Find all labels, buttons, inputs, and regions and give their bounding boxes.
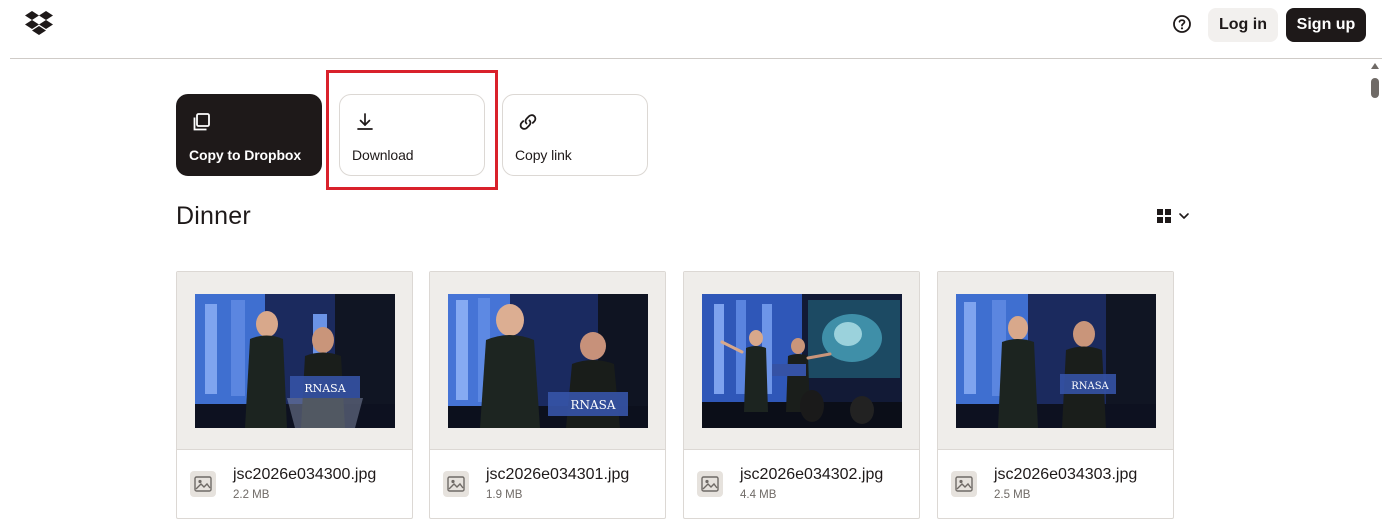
scrollbar[interactable]	[1368, 60, 1382, 523]
photo-thumbnail: RNASA	[956, 294, 1156, 428]
dropbox-logo-icon[interactable]	[24, 10, 54, 36]
file-name[interactable]: jsc2026e034303.jpg	[994, 466, 1137, 484]
grid-view-icon	[1157, 209, 1171, 223]
file-name[interactable]: jsc2026e034302.jpg	[740, 466, 883, 484]
svg-text:RNASA: RNASA	[1071, 381, 1109, 392]
svg-text:RNASA: RNASA	[304, 382, 346, 395]
file-thumbnail-area: RNASA	[177, 272, 412, 450]
file-thumbnail-area	[684, 272, 919, 450]
header-divider	[10, 58, 1382, 59]
file-card[interactable]: RNASA jsc2026e034300.jpg 2.2 MB	[176, 271, 413, 519]
file-size: 4.4 MB	[740, 489, 777, 501]
help-button[interactable]	[1170, 12, 1194, 36]
photo-thumbnail: RNASA	[195, 294, 395, 428]
signup-button[interactable]: Sign up	[1286, 8, 1366, 42]
scroll-thumb[interactable]	[1371, 78, 1379, 98]
copy-to-dropbox-button[interactable]: Copy to Dropbox	[176, 94, 322, 176]
file-card[interactable]: RNASA jsc2026e034301.jpg 1.9 MB	[429, 271, 666, 519]
copy-to-dropbox-label: Copy to Dropbox	[189, 147, 302, 163]
file-meta: jsc2026e034301.jpg 1.9 MB	[430, 450, 665, 518]
file-thumbnail-area: RNASA	[938, 272, 1173, 450]
file-thumbnail-area: RNASA	[430, 272, 665, 450]
copy-icon	[193, 113, 210, 131]
file-meta: jsc2026e034302.jpg 4.4 MB	[684, 450, 919, 518]
file-meta: jsc2026e034303.jpg 2.5 MB	[938, 450, 1173, 518]
scroll-up-arrow-icon[interactable]	[1371, 63, 1379, 69]
photo-thumbnail: RNASA	[448, 294, 648, 428]
question-circle-icon	[1173, 15, 1191, 33]
copy-link-button[interactable]: Copy link	[502, 94, 648, 176]
chevron-down-icon	[1179, 213, 1189, 219]
view-toggle-button[interactable]	[1156, 207, 1196, 225]
copy-link-label: Copy link	[515, 147, 572, 163]
file-name[interactable]: jsc2026e034301.jpg	[486, 466, 629, 484]
photo-thumbnail	[702, 294, 902, 428]
folder-title: Dinner	[176, 202, 251, 230]
image-file-icon	[190, 471, 216, 497]
image-file-icon	[951, 471, 977, 497]
link-icon	[519, 114, 537, 130]
image-file-icon	[443, 471, 469, 497]
top-bar: Log in Sign up	[0, 0, 1386, 58]
file-name[interactable]: jsc2026e034300.jpg	[233, 466, 376, 484]
download-highlight-box	[326, 70, 498, 190]
svg-text:RNASA: RNASA	[570, 398, 615, 412]
file-size: 2.2 MB	[233, 489, 270, 501]
file-card[interactable]: RNASA jsc2026e034303.jpg 2.5 MB	[937, 271, 1174, 519]
file-card[interactable]: jsc2026e034302.jpg 4.4 MB	[683, 271, 920, 519]
login-button[interactable]: Log in	[1208, 8, 1278, 42]
image-file-icon	[697, 471, 723, 497]
file-size: 2.5 MB	[994, 489, 1031, 501]
file-size: 1.9 MB	[486, 489, 523, 501]
file-meta: jsc2026e034300.jpg 2.2 MB	[177, 450, 412, 518]
